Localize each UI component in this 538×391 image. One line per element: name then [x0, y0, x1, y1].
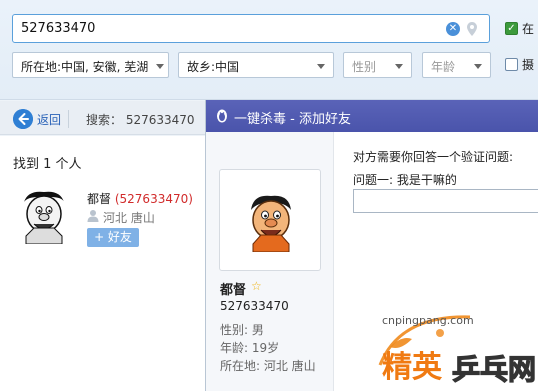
results-panel: 找到 1 个人 都督 (527633470) 河北 唐山 + 好友 [0, 136, 205, 391]
avatar [251, 195, 291, 252]
online-checkbox-label: 在 [522, 22, 535, 36]
dialog-titlebar[interactable]: 一键杀毒 - 添加好友 [206, 100, 538, 132]
avatar[interactable] [14, 184, 74, 244]
person-icon [87, 210, 99, 222]
svg-text:乒乓网: 乒乓网 [452, 353, 536, 386]
site-url: cnpingpang.com [382, 314, 474, 327]
gender-select-value: 性别 [352, 60, 377, 74]
search-breadcrumb: 搜索： 527633470 [86, 113, 195, 127]
star-icon: ☆ [251, 279, 262, 293]
dialog-title: 一键杀毒 - 添加好友 [234, 112, 351, 127]
age-select[interactable]: 年龄 [422, 52, 491, 78]
back-arrow-icon[interactable] [13, 109, 33, 129]
profile-gender: 性别: 男 [220, 323, 264, 337]
result-location: 河北 唐山 [103, 211, 155, 225]
profile-qq-number: 527633470 [220, 299, 289, 313]
qq-penguin-icon [217, 109, 227, 123]
hometown-select[interactable]: 故乡:中国 [178, 52, 334, 78]
search-input[interactable]: 527633470 ✕ [12, 14, 490, 43]
location-select-value: 所在地:中国, 安徽, 芜湖 [21, 60, 149, 74]
svg-text:精英: 精英 [382, 350, 443, 385]
chevron-down-icon [156, 64, 164, 69]
divider [68, 110, 69, 128]
photo-checkbox[interactable] [505, 58, 518, 71]
location-select[interactable]: 所在地:中国, 安徽, 芜湖 [12, 52, 169, 78]
profile-name: 都督 [220, 283, 247, 298]
verification-prompt: 对方需要你回答一个验证问题: [353, 150, 514, 164]
result-nickname: 都督 [87, 192, 112, 206]
chevron-down-icon [317, 64, 325, 69]
profile-age: 年龄: 19岁 [220, 341, 280, 355]
chevron-down-icon [474, 64, 482, 69]
back-button[interactable]: 返回 [37, 111, 61, 128]
add-friend-button[interactable]: + 好友 [87, 228, 139, 247]
hometown-select-value: 故乡:中国 [187, 60, 240, 74]
age-select-value: 年龄 [431, 60, 456, 74]
result-name[interactable]: 都督 (527633470) [87, 190, 193, 207]
photo-checkbox-label: 摄 [522, 58, 535, 72]
result-qq-number: (527633470) [114, 192, 193, 206]
profile-panel: 都督 ☆ 527633470 性别: 男 年龄: 19岁 所在地: 河北 唐山 [206, 132, 334, 391]
profile-location: 所在地: 河北 唐山 [220, 359, 316, 373]
profile-avatar-frame [219, 169, 321, 271]
results-count: 找到 1 个人 [13, 157, 82, 172]
verification-question: 问题一: 我是干嘛的 [353, 173, 457, 187]
location-pin-icon[interactable] [465, 21, 479, 37]
online-checkbox[interactable]: ✓ [505, 22, 518, 35]
site-logo: 精英 乒乓网 [378, 315, 537, 387]
search-header: 527633470 ✕ ✓ 在 所在地:中国, 安徽, 芜湖 故乡:中国 性别 … [0, 0, 538, 100]
search-query[interactable]: 527633470 [21, 21, 95, 36]
clear-icon[interactable]: ✕ [446, 22, 460, 36]
chevron-down-icon [395, 64, 403, 69]
answer-input[interactable] [353, 189, 538, 213]
gender-select[interactable]: 性别 [343, 52, 412, 78]
